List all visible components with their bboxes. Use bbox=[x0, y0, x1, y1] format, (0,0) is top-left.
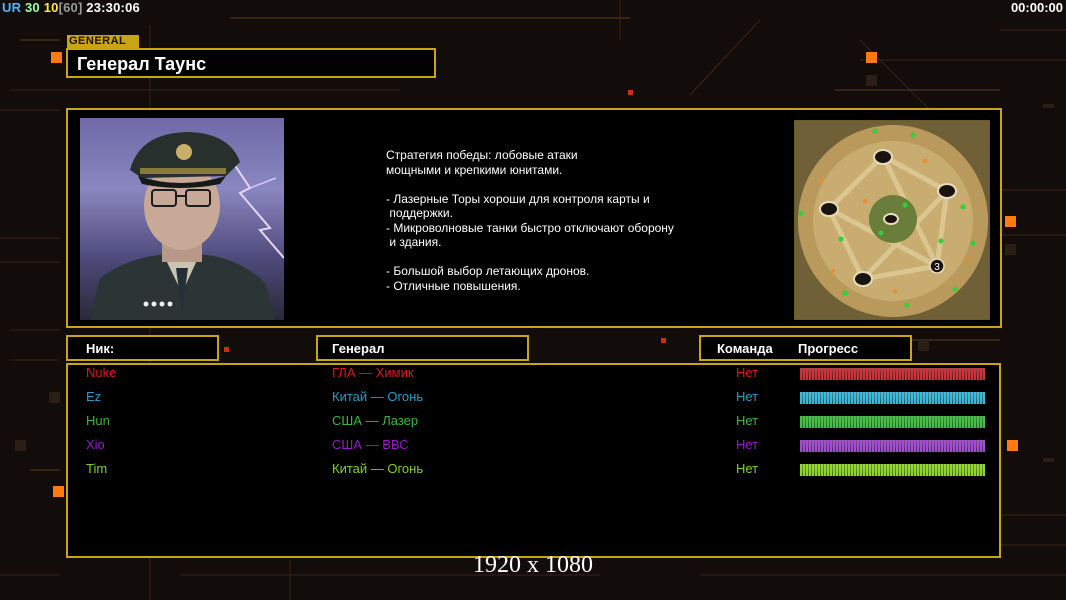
general-name: Генерал Таунс bbox=[77, 54, 207, 74]
player-row: Ez Китай — Огонь Нет bbox=[0, 387, 1066, 409]
player-nick: Nuke bbox=[86, 365, 117, 380]
hud-ur: UR bbox=[2, 0, 22, 15]
hud-value-10: 10 bbox=[43, 0, 59, 15]
header-progress: Прогресс bbox=[798, 341, 859, 356]
general-title-box: Генерал Таунс bbox=[66, 48, 436, 78]
player-progress-bar bbox=[800, 416, 985, 428]
player-general: Китай — Огонь bbox=[332, 461, 424, 476]
general-portrait bbox=[80, 118, 284, 320]
header-nick-box: Ник: bbox=[66, 335, 219, 361]
general-description: Стратегия победы: лобовые атаки мощными … bbox=[386, 148, 674, 293]
player-row: Xio США — ВВС Нет bbox=[0, 435, 1066, 457]
player-progress-bar bbox=[800, 368, 985, 380]
general-tag: GENERAL bbox=[67, 35, 139, 48]
player-row: Hun США — Лазер Нет bbox=[0, 411, 1066, 433]
hud-value-30: 30 bbox=[25, 0, 40, 15]
player-general: ГЛА — Химик bbox=[332, 365, 414, 380]
resolution-label: 1920 x 1080 bbox=[473, 552, 593, 578]
player-general: США — ВВС bbox=[332, 437, 409, 452]
player-progress-bar bbox=[800, 440, 985, 452]
player-nick: Tim bbox=[86, 461, 108, 476]
header-nick: Ник: bbox=[86, 341, 115, 356]
hud-timer: 00:00:00 bbox=[1010, 0, 1063, 15]
player-general: США — Лазер bbox=[332, 413, 419, 428]
player-team: Нет bbox=[736, 413, 759, 428]
player-progress-bar bbox=[800, 464, 985, 476]
header-general: Генерал bbox=[332, 341, 385, 356]
player-team: Нет bbox=[736, 389, 759, 404]
hud-value-60: [60] bbox=[58, 0, 83, 15]
player-nick: Xio bbox=[86, 437, 105, 452]
minimap-label-3: 3 bbox=[934, 262, 940, 273]
player-row: Tim Китай — Огонь Нет bbox=[0, 459, 1066, 481]
header-general-box: Генерал bbox=[316, 335, 529, 361]
minimap-preview: 3 bbox=[794, 120, 990, 320]
player-general: Китай — Огонь bbox=[332, 389, 424, 404]
player-nick: Ez bbox=[86, 389, 102, 404]
header-team: Команда bbox=[717, 341, 773, 356]
player-nick: Hun bbox=[86, 413, 110, 428]
hud-clock: 23:30:06 bbox=[86, 0, 140, 15]
player-team: Нет bbox=[736, 365, 759, 380]
header-team-progress-box: Команда Прогресс bbox=[699, 335, 912, 361]
player-progress-bar bbox=[800, 392, 985, 404]
player-team: Нет bbox=[736, 437, 759, 452]
player-row: Nuke ГЛА — Химик Нет bbox=[0, 363, 1066, 385]
player-team: Нет bbox=[736, 461, 759, 476]
hud-stats: UR 30 10[60] 23:30:06 bbox=[2, 0, 140, 15]
